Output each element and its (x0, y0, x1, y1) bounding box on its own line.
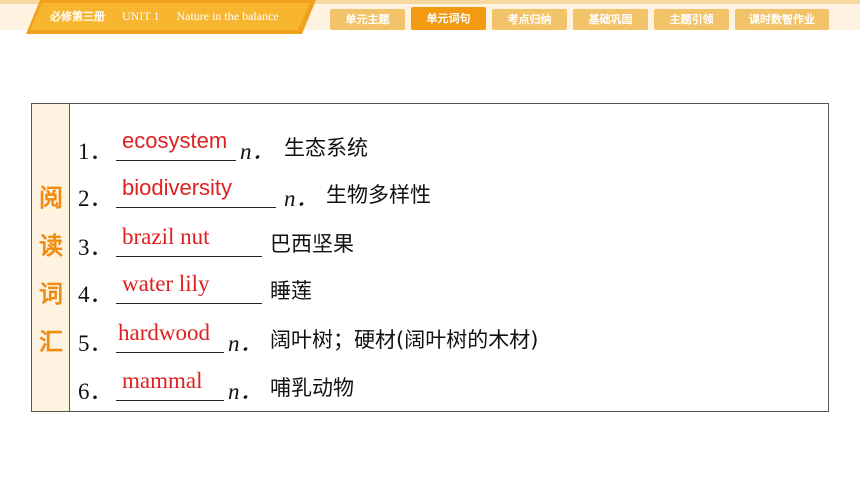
part-of-speech: n． (240, 139, 275, 164)
word-meaning: 巴西坚果 (270, 232, 354, 256)
part-of-speech: n． (228, 379, 263, 404)
word-meaning: 哺乳动物 (270, 376, 354, 400)
part-of-speech: n． (228, 331, 263, 356)
answer-blank: water lily (116, 271, 262, 304)
word-meaning: 阔叶树；硬材(阔叶树的木材) (270, 328, 539, 352)
answer-text: water lily (122, 271, 210, 296)
answer-blank: brazil nut (116, 224, 262, 257)
answer-text: ecosystem (122, 128, 228, 153)
tab-key-points[interactable]: 考点归纳 (492, 9, 567, 30)
item-number: 3． (78, 235, 113, 260)
answer-text: hardwood (118, 320, 210, 345)
breadcrumb-book: 必修第三册 (50, 10, 105, 23)
top-bar: 必修第三册 UNIT 1 Nature in the balance 单元主题 … (0, 0, 860, 34)
word-meaning: 生物多样性 (326, 183, 431, 207)
breadcrumb-unit: UNIT 1 (122, 9, 160, 23)
answer-blank: hardwood (116, 320, 224, 353)
item-number: 2． (78, 186, 113, 211)
breadcrumb-unit-title: Nature in the balance (176, 9, 279, 23)
answer-blank: mammal (116, 368, 224, 401)
section-label-char: 读 (39, 232, 63, 260)
word-meaning: 生态系统 (284, 136, 368, 160)
answer-blank: ecosystem (116, 128, 236, 161)
section-label-char: 阅 (39, 184, 63, 212)
item-number: 5． (78, 331, 113, 356)
section-label-char: 词 (39, 280, 63, 308)
answer-blank: biodiversity (116, 175, 276, 208)
word-meaning: 睡莲 (270, 279, 312, 303)
tab-homework[interactable]: 课时数智作业 (735, 9, 829, 30)
answer-text: brazil nut (122, 224, 210, 249)
section-label-char: 汇 (39, 328, 63, 356)
item-number: 6． (78, 379, 113, 404)
item-number: 4． (78, 282, 113, 307)
section-label: 阅 读 词 汇 (32, 104, 70, 411)
tab-theme-lead[interactable]: 主题引领 (654, 9, 729, 30)
tab-basic-practice[interactable]: 基础巩固 (573, 9, 648, 30)
answer-text: biodiversity (122, 175, 233, 200)
item-number: 1． (78, 139, 113, 164)
vocabulary-box: 阅 读 词 汇 1． ecosystem n． 生态系统 2． biodiver… (31, 103, 829, 412)
tab-unit-vocabulary[interactable]: 单元词句 (411, 7, 486, 30)
breadcrumb: 必修第三册 UNIT 1 Nature in the balance (50, 8, 293, 28)
answer-text: mammal (122, 368, 203, 393)
part-of-speech: n． (284, 186, 319, 211)
tab-unit-theme[interactable]: 单元主题 (330, 9, 405, 30)
